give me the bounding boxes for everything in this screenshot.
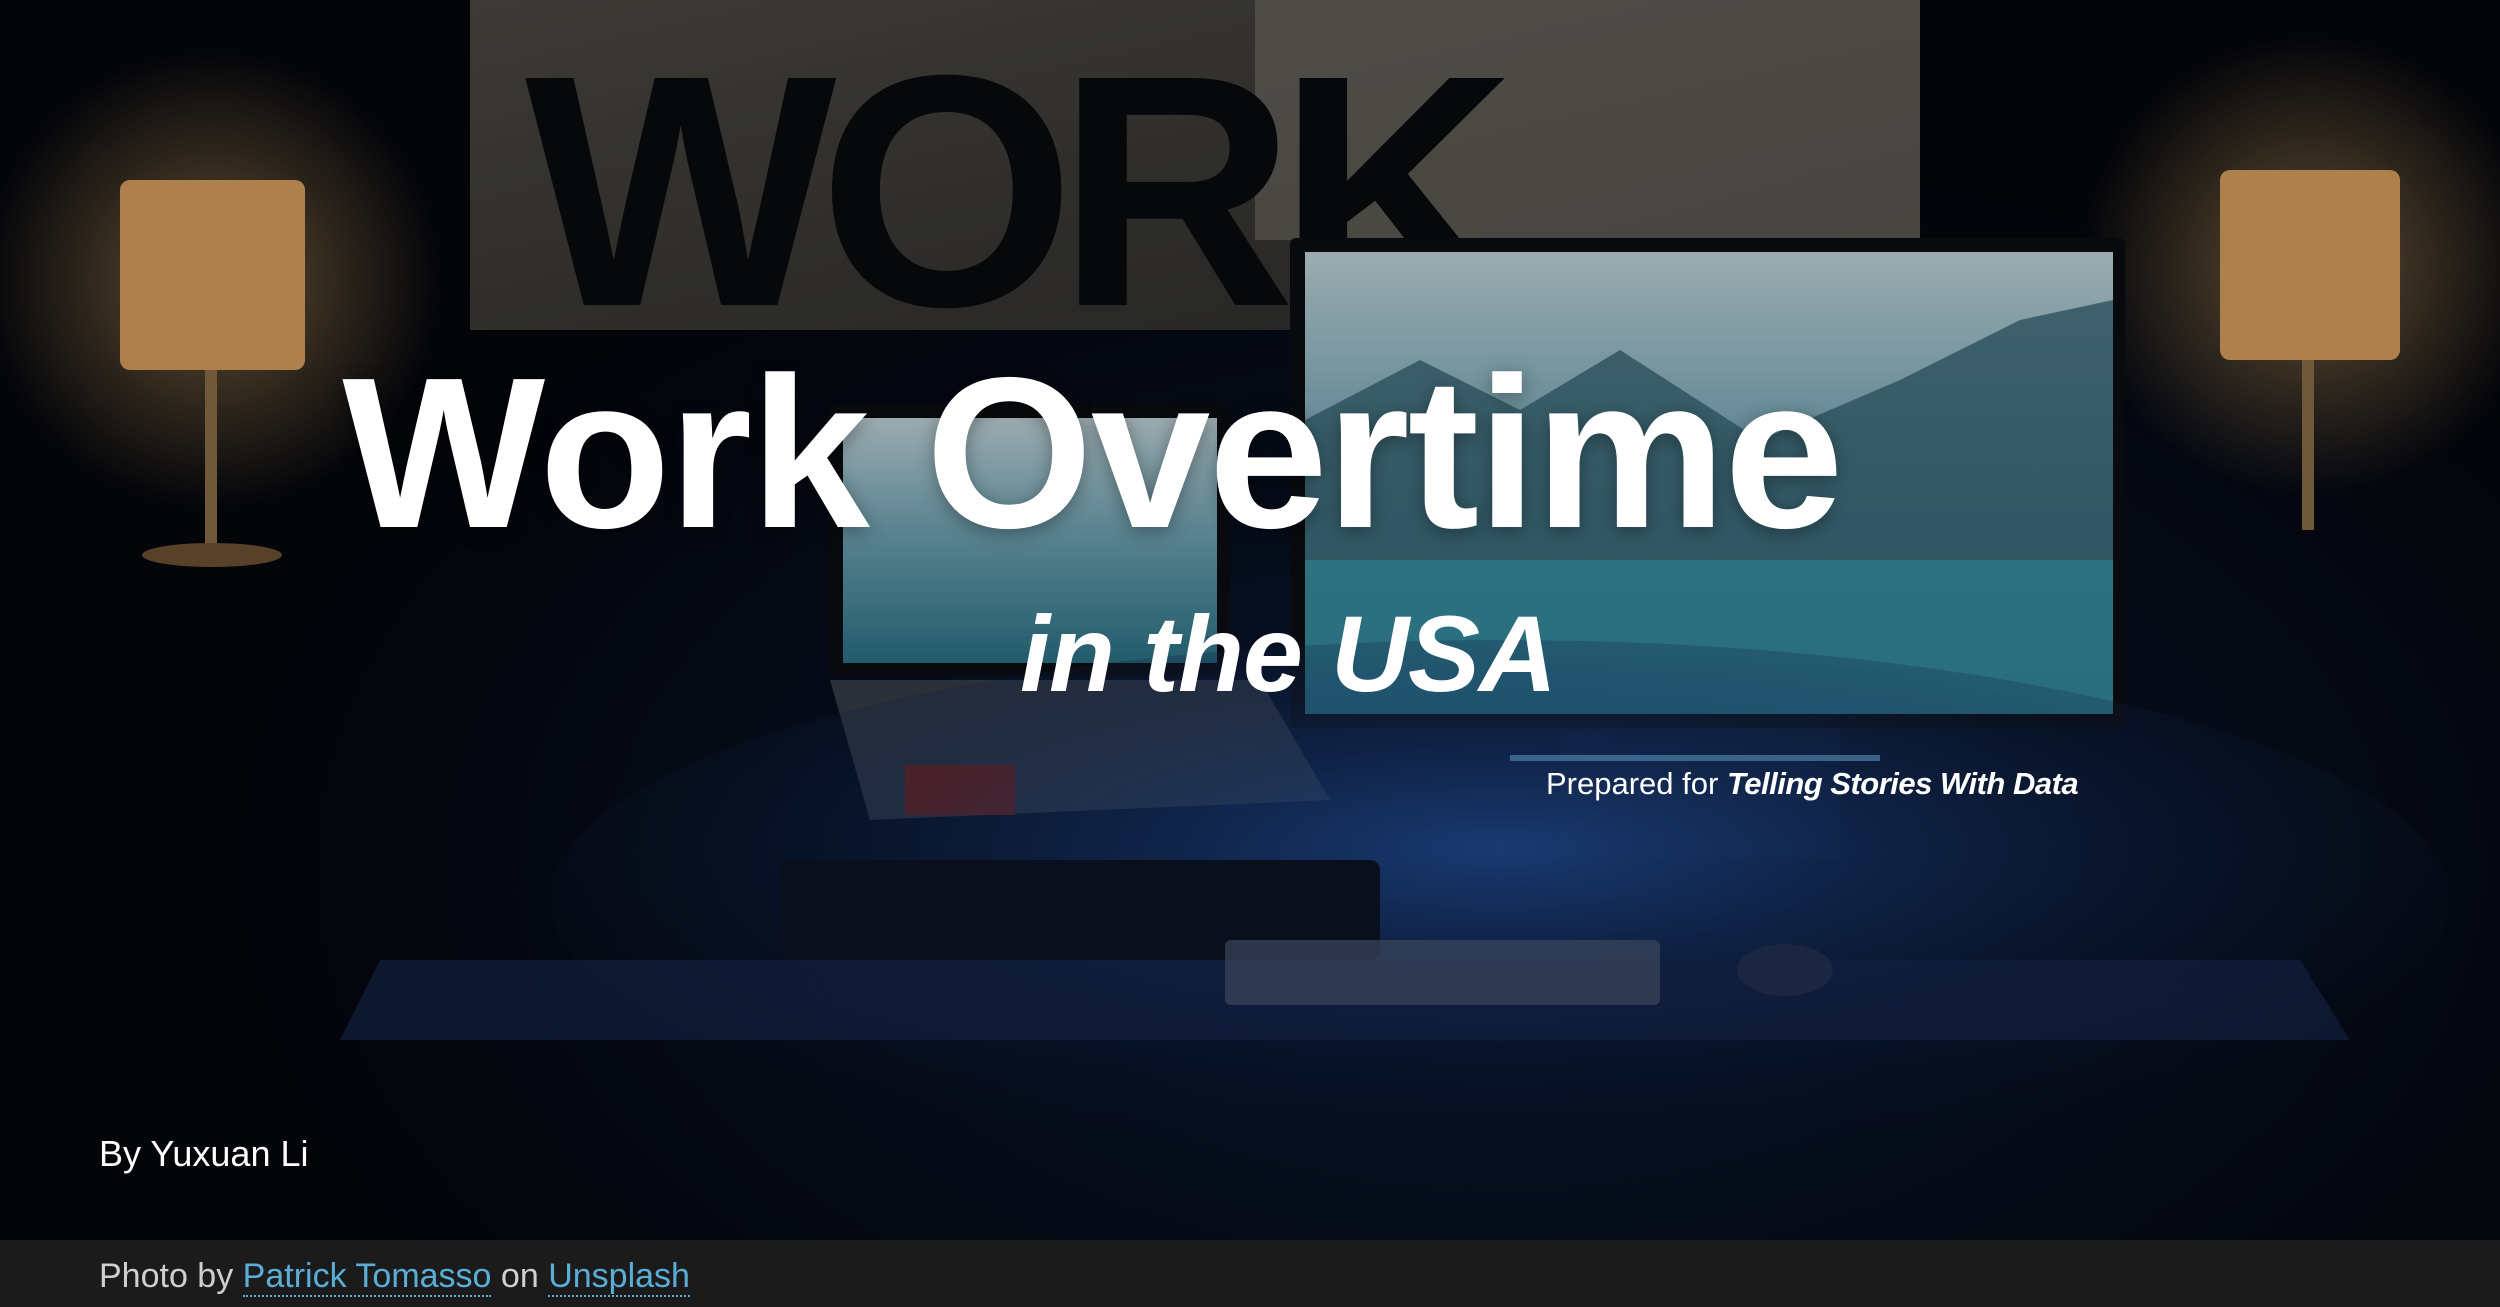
hero-section: WORK Work Overtime in the USA Prepared f… [0,0,2500,1240]
photo-by-text: Photo by [99,1257,234,1295]
author-byline: By Yuxuan Li [99,1133,309,1174]
page-subtitle: in the USA [1020,593,1557,714]
prepared-prefix: Prepared for [1546,766,1719,801]
on-text: on [500,1257,539,1295]
page-title: Work Overtime [342,332,1843,573]
photographer-link[interactable]: Patrick Tomasso [242,1257,492,1297]
course-name: Telling Stories With Data [1726,766,2079,801]
prepared-for-line: Prepared for Telling Stories With Data [1546,766,2079,801]
photo-credit: Photo by Patrick Tomasso on Unsplash [99,1257,690,1297]
unsplash-link[interactable]: Unsplash [548,1257,690,1297]
